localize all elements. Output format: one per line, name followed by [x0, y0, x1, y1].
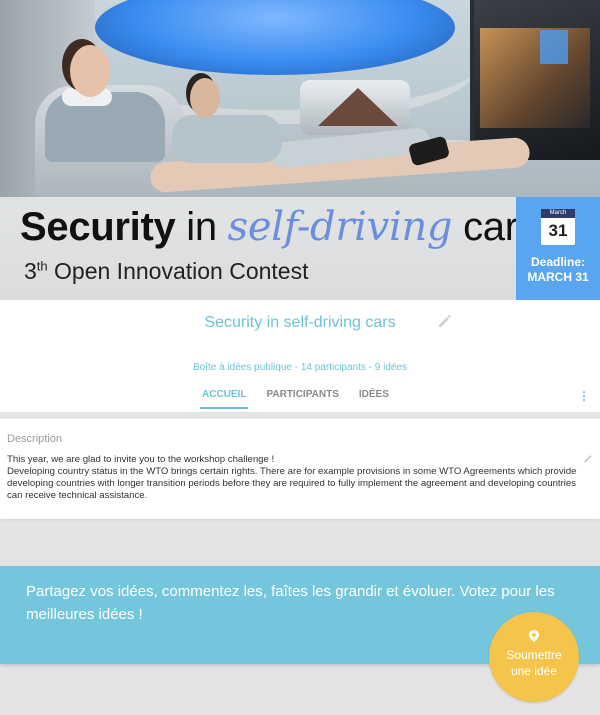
- passenger-woman-head: [70, 45, 110, 97]
- submit-line-1: Soumettre: [506, 648, 562, 662]
- dashboard-widget: [540, 30, 568, 64]
- kebab-menu-icon[interactable]: ⋮: [578, 389, 590, 403]
- dashboard-display: [480, 28, 590, 128]
- hero-title: Security in self-driving cars: [20, 204, 538, 250]
- deadline-date: MARCH 31: [527, 270, 589, 284]
- deadline-box: March 31 Deadline: MARCH 31: [516, 197, 600, 300]
- description-label: Description: [7, 433, 63, 445]
- cta-text: Partagez vos idées, commentez les, faîte…: [26, 583, 555, 623]
- subtitle-number: 3: [24, 258, 37, 284]
- submit-line-2: une idée: [510, 664, 558, 678]
- calendar-month: March: [541, 209, 575, 218]
- passenger-man: [172, 115, 282, 163]
- submit-idea-button[interactable]: Soumettre une idée: [489, 612, 579, 702]
- subtitle-text: Open Innovation Contest: [54, 258, 309, 284]
- hero-title-script: self-driving: [227, 204, 453, 250]
- window-mountain: [318, 88, 398, 126]
- deadline-text: Deadline: MARCH 31: [516, 255, 600, 285]
- hero-subtitle: 3th Open Innovation Contest: [24, 258, 308, 285]
- subtitle-ordinal: th: [36, 258, 48, 274]
- tab-participants[interactable]: PARTICIPANTS: [264, 387, 340, 407]
- description-text: This year, we are glad to invite you to …: [7, 454, 587, 502]
- tab-idees[interactable]: IDÉES: [357, 387, 391, 407]
- hero-title-bold: Security: [20, 205, 176, 249]
- tab-bar: ACCUEIL PARTICIPANTS IDÉES: [200, 387, 391, 409]
- submit-idea-label: Soumettre une idée: [489, 647, 579, 679]
- deadline-label: Deadline:: [530, 255, 585, 269]
- description-edit-icon[interactable]: [582, 452, 594, 467]
- passenger-man-head: [190, 78, 220, 118]
- project-title: Security in self-driving cars: [204, 314, 396, 331]
- edit-icon[interactable]: [436, 313, 452, 329]
- pin-icon: [489, 630, 579, 645]
- hero-title-in: in: [186, 205, 217, 249]
- calendar-icon: March 31: [541, 209, 575, 245]
- calendar-day: 31: [548, 221, 568, 240]
- project-meta: Boîte à idées publique - 14 participants…: [192, 362, 408, 373]
- description-line-2: Developing country status in the WTO bri…: [7, 466, 577, 501]
- tab-accueil[interactable]: ACCUEIL: [200, 387, 249, 409]
- description-line-1: This year, we are glad to invite you to …: [7, 454, 275, 465]
